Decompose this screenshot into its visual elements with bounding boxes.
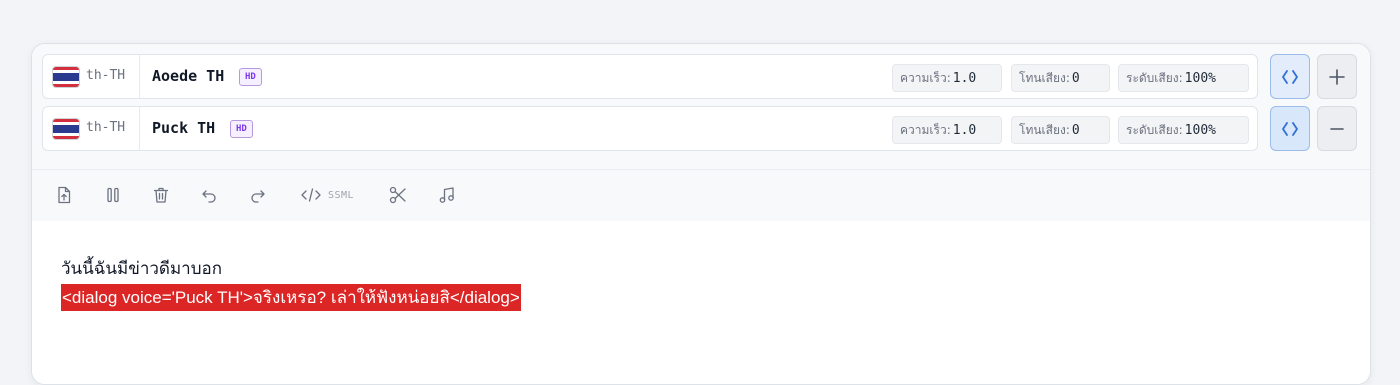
plus-icon xyxy=(1329,68,1345,85)
code-brackets-icon xyxy=(1282,121,1298,136)
add-voice-button[interactable] xyxy=(1317,54,1357,99)
language-code: th-TH xyxy=(86,120,126,135)
pitch-label: โทนเสียง: xyxy=(1019,70,1070,85)
speed-param[interactable]: ความเร็ว: 1.0 xyxy=(892,64,1002,92)
editor-toolbar: SSML xyxy=(32,169,1370,222)
volume-param[interactable]: ระดับเสียง: 100% xyxy=(1118,116,1249,144)
ssml-button[interactable]: SSML xyxy=(300,184,354,206)
volume-param[interactable]: ระดับเสียง: 100% xyxy=(1118,64,1249,92)
undo-icon xyxy=(202,190,216,203)
volume-value: 100% xyxy=(1184,122,1216,138)
voice-row-aoede[interactable]: th-TH Aoede TH HD ความเร็ว: 1.0 โทนเสียง… xyxy=(42,54,1258,99)
pitch-value: 0 xyxy=(1071,70,1080,86)
volume-value: 100% xyxy=(1184,70,1216,86)
redo-button[interactable] xyxy=(248,184,268,206)
pitch-param[interactable]: โทนเสียง: 0 xyxy=(1011,116,1110,144)
ssml-label: SSML xyxy=(328,189,355,201)
pause-button[interactable] xyxy=(103,184,123,206)
voice-row-puck[interactable]: th-TH Puck TH HD ความเร็ว: 1.0 โทนเสียง:… xyxy=(42,106,1258,151)
speed-param[interactable]: ความเร็ว: 1.0 xyxy=(892,116,1002,144)
voice-name: Aoede TH xyxy=(152,67,225,85)
voice-code-toggle-button-active[interactable] xyxy=(1270,106,1310,151)
language-selector[interactable]: th-TH xyxy=(43,107,140,150)
voice-name: Puck TH xyxy=(152,119,216,137)
thai-flag-icon xyxy=(53,119,79,139)
hd-badge: HD xyxy=(239,68,262,86)
delete-button[interactable] xyxy=(151,184,171,206)
voice-code-toggle-button[interactable] xyxy=(1270,54,1310,99)
redo-icon xyxy=(251,190,265,203)
upload-file-button[interactable] xyxy=(54,184,74,206)
editor-line-1[interactable]: วันนี้ฉันมีข่าวดีมาบอก xyxy=(61,255,222,282)
music-note-icon xyxy=(439,187,454,203)
editor-line-2-highlighted[interactable]: <dialog voice='Puck TH'>จริงเหรอ? เล่าให… xyxy=(61,284,521,311)
minus-icon xyxy=(1330,127,1344,130)
language-selector[interactable]: th-TH xyxy=(43,55,140,98)
volume-label: ระดับเสียง: xyxy=(1126,122,1183,137)
scissors-icon xyxy=(389,186,406,204)
trash-icon xyxy=(153,187,169,203)
thai-flag-icon xyxy=(53,67,79,87)
voice-list: th-TH Aoede TH HD ความเร็ว: 1.0 โทนเสียง… xyxy=(32,44,1370,169)
text-editor[interactable]: วันนี้ฉันมีข่าวดีมาบอก <dialog voice='Pu… xyxy=(32,221,1370,384)
speed-label: ความเร็ว: xyxy=(900,70,951,85)
ssml-code-icon xyxy=(301,188,321,202)
upload-file-icon xyxy=(58,186,71,204)
speed-value: 1.0 xyxy=(952,122,977,138)
speed-value: 1.0 xyxy=(952,70,977,86)
language-code: th-TH xyxy=(86,68,126,83)
remove-voice-button[interactable] xyxy=(1317,106,1357,151)
pitch-label: โทนเสียง: xyxy=(1019,122,1070,137)
pitch-value: 0 xyxy=(1071,122,1080,138)
speed-label: ความเร็ว: xyxy=(900,122,951,137)
cut-button[interactable] xyxy=(388,184,408,206)
volume-label: ระดับเสียง: xyxy=(1126,70,1183,85)
undo-button[interactable] xyxy=(199,184,219,206)
tts-editor-card: th-TH Aoede TH HD ความเร็ว: 1.0 โทนเสียง… xyxy=(31,43,1371,385)
pause-icon xyxy=(107,187,119,203)
music-button[interactable] xyxy=(437,184,457,206)
hd-badge: HD xyxy=(230,120,253,138)
pitch-param[interactable]: โทนเสียง: 0 xyxy=(1011,64,1110,92)
code-brackets-icon xyxy=(1282,69,1298,84)
